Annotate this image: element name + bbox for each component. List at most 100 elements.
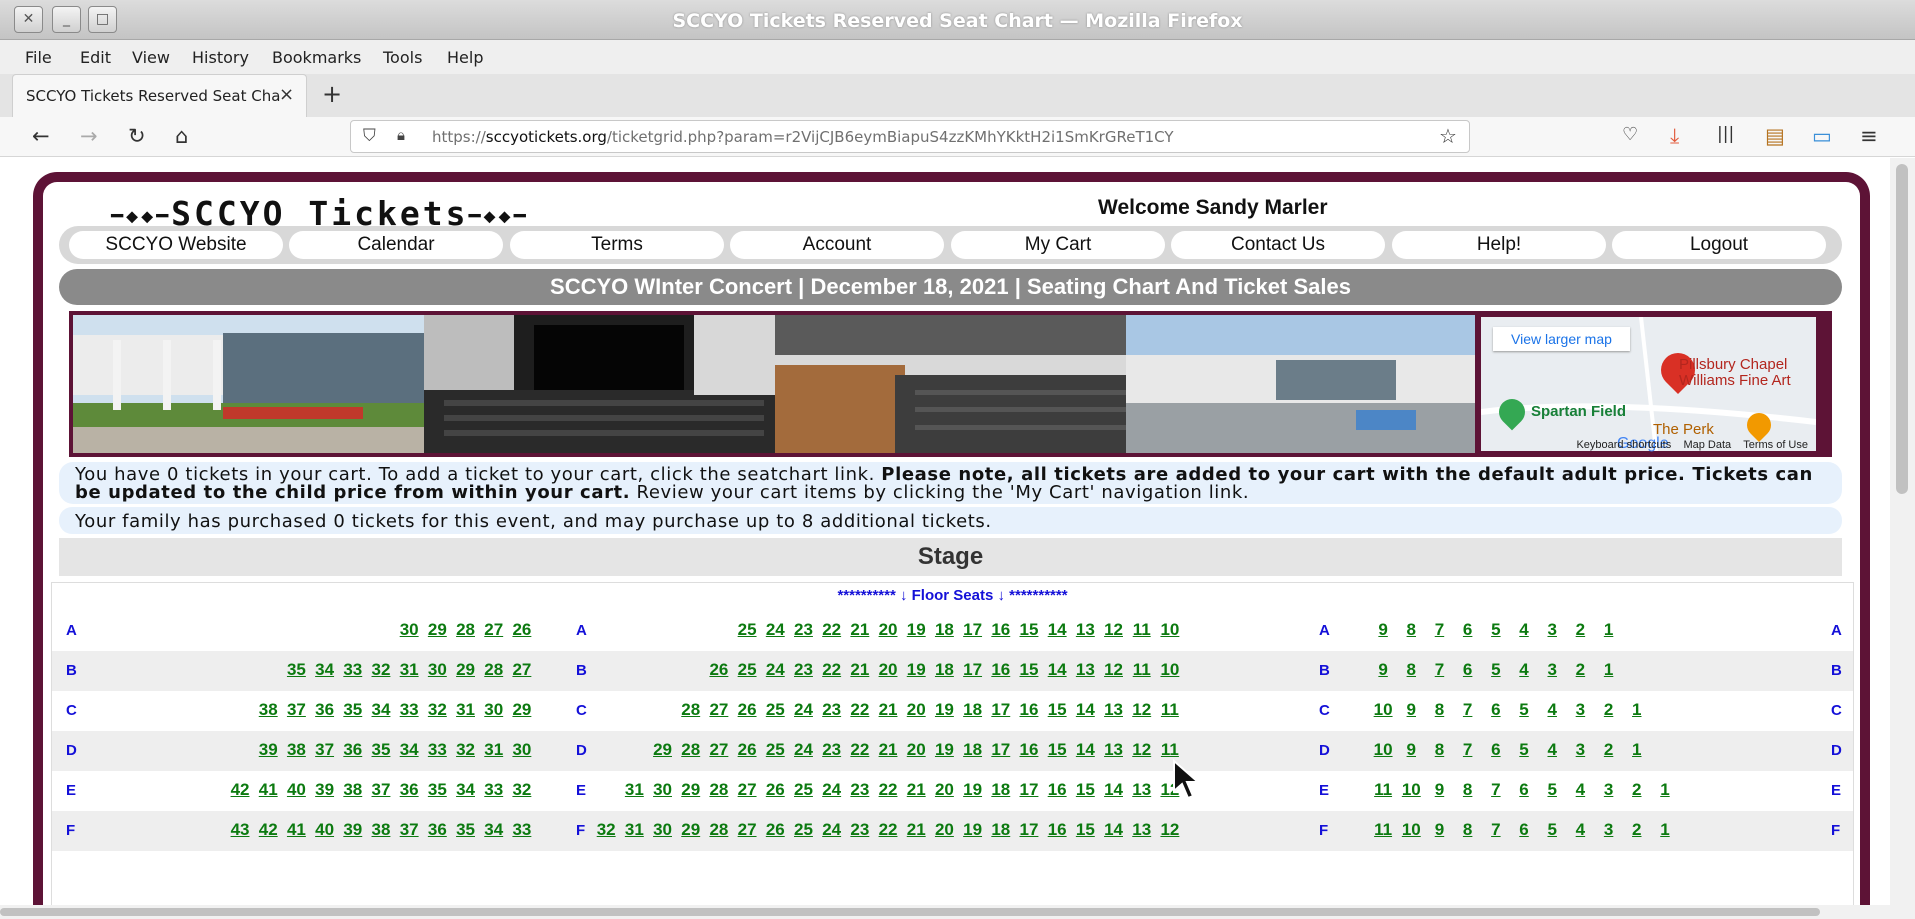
menu-view[interactable]: View (132, 48, 170, 67)
seat-link[interactable]: 42 (254, 820, 282, 840)
seat-link[interactable]: 4 (1538, 740, 1566, 760)
seat-link[interactable]: 11 (1156, 740, 1184, 760)
seat-link[interactable]: 10 (1156, 660, 1184, 680)
seat-link[interactable]: 14 (1071, 740, 1099, 760)
seat-link[interactable]: 12 (1099, 660, 1127, 680)
bookmark-star-icon[interactable]: ☆ (1439, 124, 1457, 148)
url-bar[interactable]: ⛉ 🔒︎ https://sccyotickets.org/ticketgrid… (350, 120, 1470, 153)
seat-link[interactable]: 30 (648, 820, 676, 840)
seat-link[interactable]: 24 (761, 660, 789, 680)
seat-link[interactable]: 26 (705, 660, 733, 680)
seat-link[interactable]: 17 (1015, 820, 1043, 840)
seat-link[interactable]: 26 (733, 740, 761, 760)
seat-link[interactable]: 36 (395, 780, 423, 800)
seat-link[interactable]: 10 (1156, 620, 1184, 640)
seat-link[interactable]: 13 (1071, 660, 1099, 680)
seat-link[interactable]: 30 (395, 620, 423, 640)
seat-link[interactable]: 26 (761, 820, 789, 840)
seat-link[interactable]: 1 (1623, 740, 1651, 760)
seat-link[interactable]: 10 (1369, 740, 1397, 760)
seat-link[interactable]: 39 (254, 740, 282, 760)
seat-link[interactable]: 17 (959, 620, 987, 640)
seat-link[interactable]: 7 (1425, 620, 1453, 640)
seat-link[interactable]: 3 (1566, 740, 1594, 760)
seat-link[interactable]: 19 (902, 620, 930, 640)
seat-link[interactable]: 20 (874, 620, 902, 640)
forward-icon[interactable]: → (80, 124, 98, 148)
seat-link[interactable]: 28 (705, 820, 733, 840)
menu-bookmarks[interactable]: Bookmarks (272, 48, 361, 67)
seat-link[interactable]: 18 (930, 620, 958, 640)
seat-link[interactable]: 37 (395, 820, 423, 840)
back-icon[interactable]: ← (32, 124, 50, 148)
seat-link[interactable]: 1 (1651, 780, 1679, 800)
seat-link[interactable]: 27 (480, 620, 508, 640)
seat-link[interactable]: 25 (733, 620, 761, 640)
menu-file[interactable]: File (25, 48, 52, 67)
seat-link[interactable]: 17 (959, 660, 987, 680)
seat-link[interactable]: 25 (789, 820, 817, 840)
seat-link[interactable]: 6 (1482, 740, 1510, 760)
seat-link[interactable]: 15 (1071, 780, 1099, 800)
seat-link[interactable]: 18 (959, 740, 987, 760)
seat-link[interactable]: 3 (1538, 660, 1566, 680)
extension-icon[interactable]: ▤ (1765, 124, 1785, 148)
seat-link[interactable]: 15 (1015, 660, 1043, 680)
seat-link[interactable]: 6 (1510, 820, 1538, 840)
seat-link[interactable]: 36 (311, 700, 339, 720)
terms-of-use-link[interactable]: Terms of Use (1743, 439, 1808, 451)
downloads-icon[interactable]: ⤓ (1670, 124, 1679, 149)
nav-logout[interactable]: Logout (1612, 231, 1826, 259)
seat-link[interactable]: 2 (1623, 820, 1651, 840)
seat-link[interactable]: 27 (733, 780, 761, 800)
seat-link[interactable]: 34 (311, 660, 339, 680)
map-data-link[interactable]: Map Data (1683, 439, 1731, 451)
seat-link[interactable]: 24 (761, 620, 789, 640)
seat-link[interactable]: 10 (1397, 820, 1425, 840)
seat-link[interactable]: 22 (874, 820, 902, 840)
seat-link[interactable]: 15 (1043, 740, 1071, 760)
seat-link[interactable]: 29 (451, 660, 479, 680)
seat-link[interactable]: 24 (818, 820, 846, 840)
seat-link[interactable]: 35 (367, 740, 395, 760)
seat-link[interactable]: 37 (282, 700, 310, 720)
seat-link[interactable]: 40 (282, 780, 310, 800)
seat-link[interactable]: 37 (367, 780, 395, 800)
seat-link[interactable]: 2 (1595, 700, 1623, 720)
seat-link[interactable]: 33 (508, 820, 536, 840)
seat-link[interactable]: 27 (733, 820, 761, 840)
seat-link[interactable]: 21 (846, 620, 874, 640)
seat-link[interactable]: 26 (733, 700, 761, 720)
tab-close-icon[interactable]: × (279, 84, 294, 105)
nav-sccyo-website[interactable]: SCCYO Website (69, 231, 283, 259)
seat-link[interactable]: 4 (1510, 660, 1538, 680)
seat-link[interactable]: 1 (1651, 820, 1679, 840)
seat-link[interactable]: 31 (395, 660, 423, 680)
pocket-icon[interactable]: ♡ (1622, 124, 1638, 145)
seat-link[interactable]: 3 (1595, 780, 1623, 800)
seat-link[interactable]: 34 (451, 780, 479, 800)
seat-link[interactable]: 17 (1015, 780, 1043, 800)
seat-link[interactable]: 16 (1043, 780, 1071, 800)
seat-link[interactable]: 36 (423, 820, 451, 840)
seat-link[interactable]: 16 (1043, 820, 1071, 840)
seat-link[interactable]: 43 (226, 820, 254, 840)
seat-link[interactable]: 23 (846, 820, 874, 840)
seat-link[interactable]: 6 (1510, 780, 1538, 800)
seat-link[interactable]: 8 (1425, 700, 1453, 720)
seat-link[interactable]: 33 (339, 660, 367, 680)
menu-edit[interactable]: Edit (80, 48, 111, 67)
seat-link[interactable]: 30 (423, 660, 451, 680)
seat-link[interactable]: 13 (1099, 740, 1127, 760)
seat-link[interactable]: 4 (1566, 820, 1594, 840)
seat-link[interactable]: 1 (1595, 620, 1623, 640)
seat-link[interactable]: 38 (254, 700, 282, 720)
seat-link[interactable]: 12 (1128, 740, 1156, 760)
seat-link[interactable]: 39 (311, 780, 339, 800)
seat-link[interactable]: 5 (1482, 620, 1510, 640)
seat-link[interactable]: 11 (1369, 780, 1397, 800)
seat-link[interactable]: 38 (367, 820, 395, 840)
seat-link[interactable]: 40 (311, 820, 339, 840)
seat-link[interactable]: 38 (282, 740, 310, 760)
home-icon[interactable]: ⌂ (175, 124, 188, 148)
